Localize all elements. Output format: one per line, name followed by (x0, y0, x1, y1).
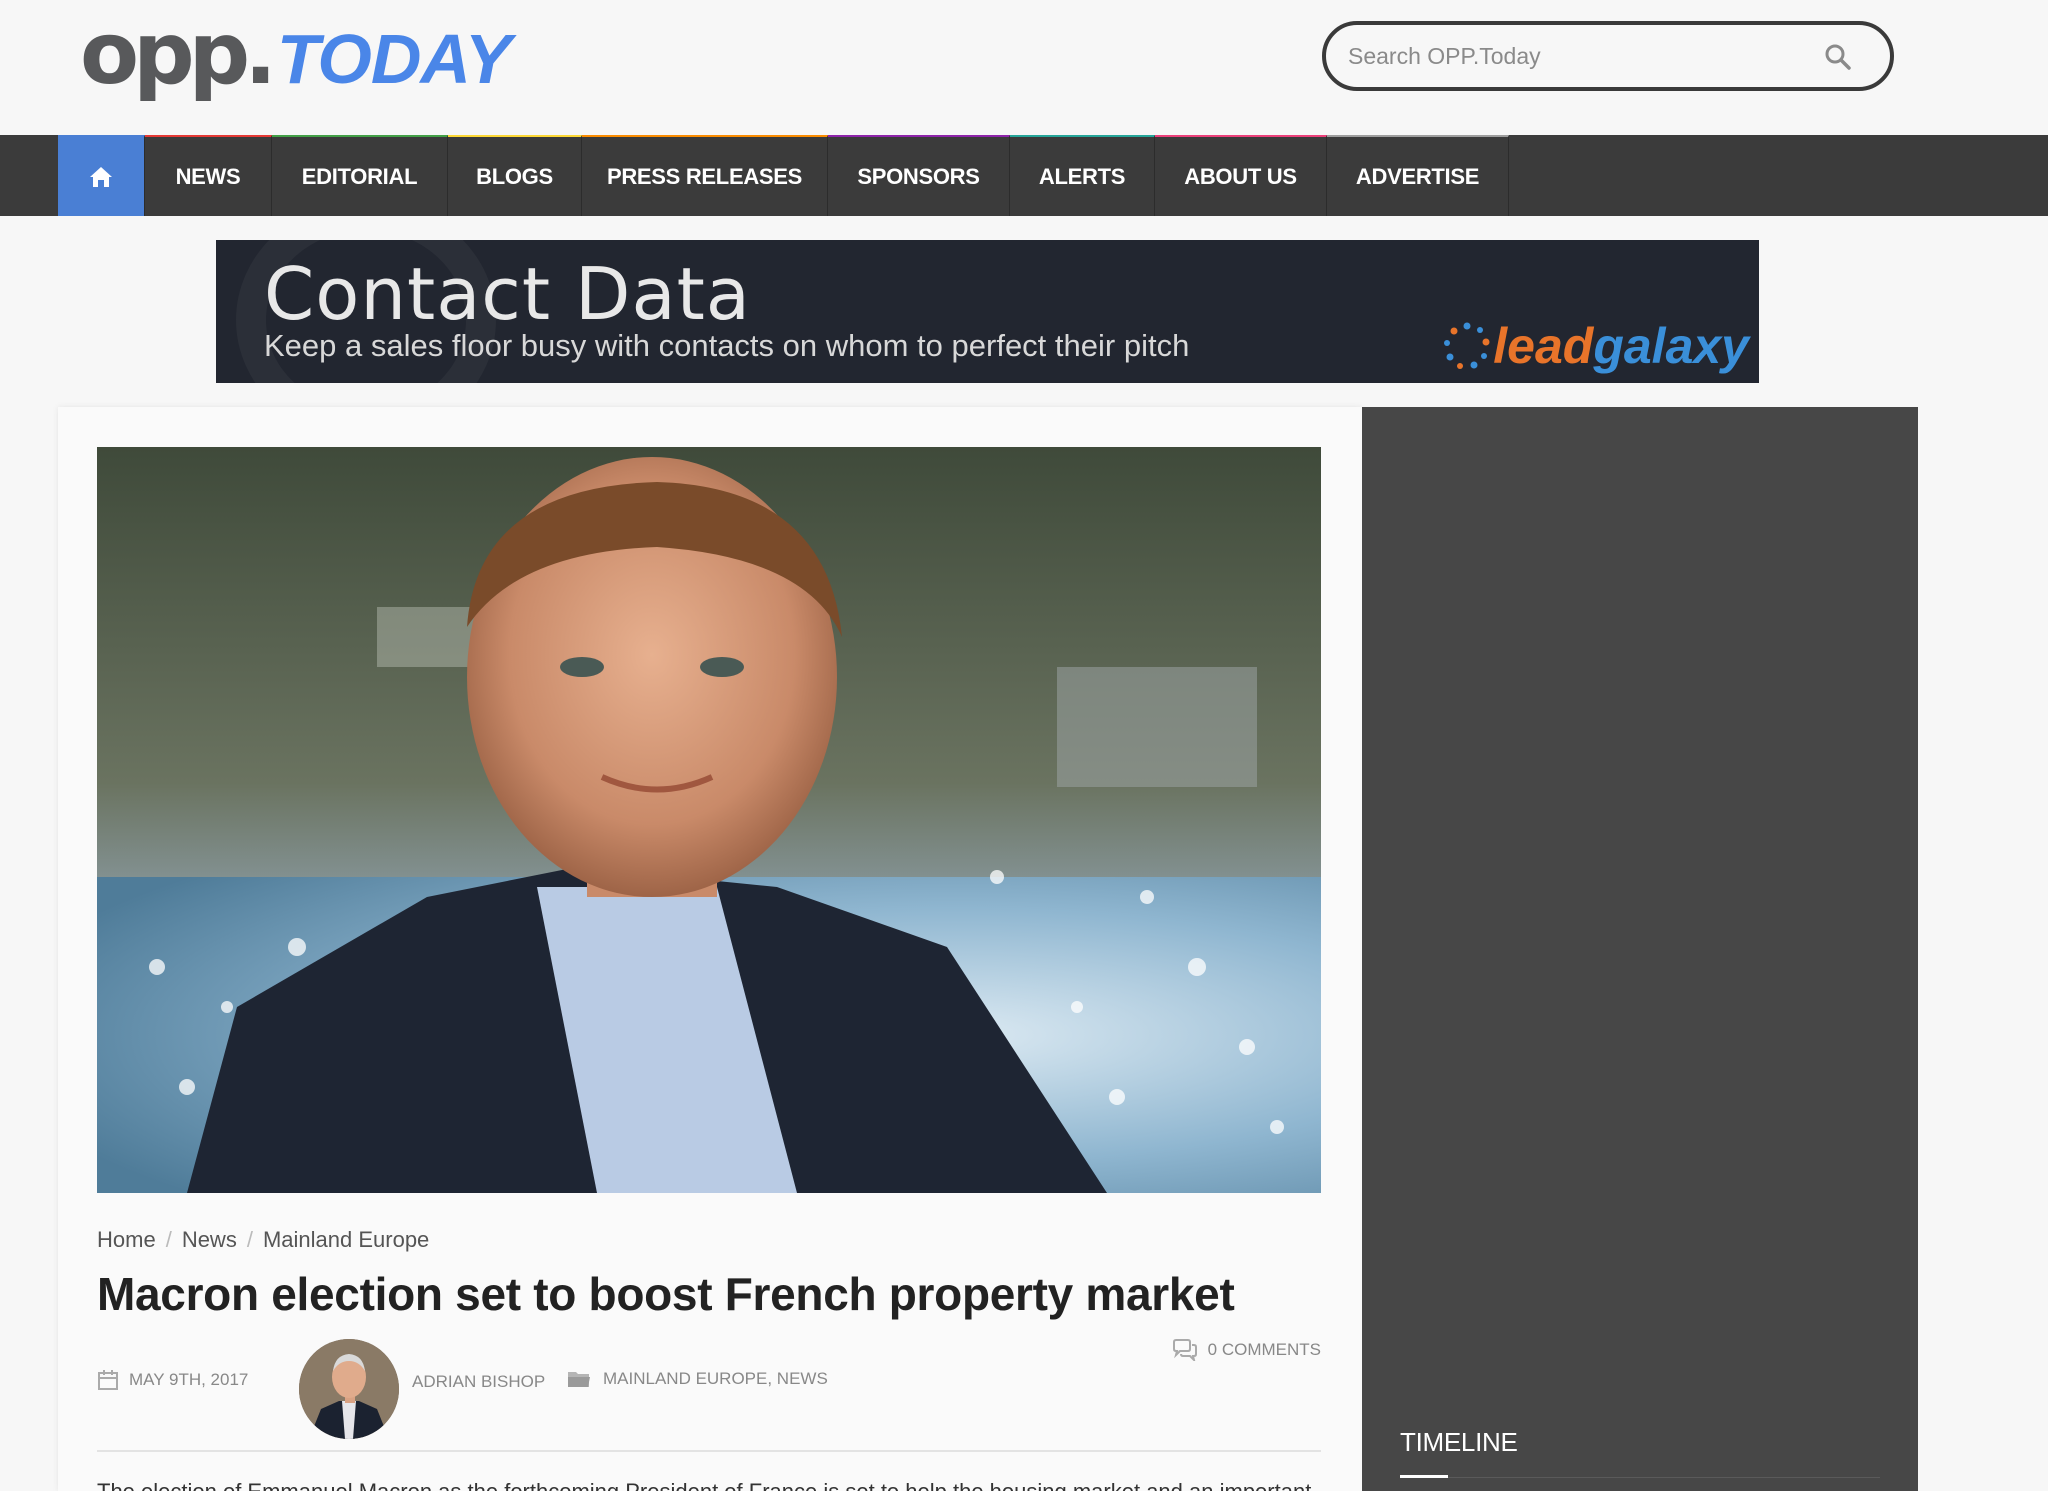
breadcrumb-home[interactable]: Home (97, 1227, 156, 1253)
home-icon (90, 166, 112, 187)
sidebar: TIMELINE (1362, 407, 1918, 1491)
nav-item-advertise[interactable]: ADVERTISE (1327, 135, 1509, 216)
search-input[interactable] (1348, 37, 1808, 75)
logo-lead-text: lead (1493, 318, 1594, 374)
galaxy-dots-icon (1444, 322, 1490, 369)
folder-icon (568, 1372, 590, 1387)
leadgalaxy-logo: leadgalaxy (1441, 316, 1749, 376)
author-name[interactable]: ADRIAN BISHOP (412, 1372, 545, 1392)
comments-icon (1172, 1339, 1197, 1361)
sidebar-title-rule (1400, 1477, 1880, 1478)
nav-item-blogs[interactable]: BLOGS (448, 135, 582, 216)
nav-item-editorial[interactable]: EDITORIAL (272, 135, 448, 216)
leadgalaxy-wordmark: leadgalaxy (1493, 316, 1749, 376)
hero-image (97, 447, 1321, 1193)
meta-divider (97, 1450, 1321, 1452)
nav-item-sponsors[interactable]: SPONSORS (828, 135, 1010, 216)
site-header: opp.TODAY (0, 0, 2048, 135)
logo-main-text: opp (80, 4, 250, 104)
article-categories: MAINLAND EUROPE, NEWS (567, 1369, 828, 1389)
breadcrumb-separator: / (165, 1227, 172, 1252)
article-card: Home / News / Mainland Europe Macron ele… (58, 407, 1362, 1491)
breadcrumb-news[interactable]: News (182, 1227, 237, 1253)
main-nav: NEWS EDITORIAL BLOGS PRESS RELEASES SPON… (0, 135, 2048, 216)
sidebar-timeline-title: TIMELINE (1400, 1427, 1518, 1457)
article-categories-text[interactable]: MAINLAND EUROPE, NEWS (603, 1369, 828, 1389)
nav-item-about-us[interactable]: ABOUT US (1155, 135, 1327, 216)
banner-title: Contact Data (264, 252, 751, 336)
logo-dot: . (244, 4, 277, 104)
breadcrumb: Home / News / Mainland Europe (97, 1227, 429, 1253)
nav-home-button[interactable] (58, 135, 145, 216)
comments-count[interactable]: 0 COMMENTS (1172, 1339, 1321, 1361)
breadcrumb-mainland-europe[interactable]: Mainland Europe (263, 1227, 429, 1253)
search-box (1322, 21, 1894, 91)
article-title: Macron election set to boost French prop… (97, 1268, 1235, 1320)
article-meta: MAY 9TH, 2017 ADRIAN BISHOP MAINLAND EUR… (97, 1327, 1321, 1447)
banner-subtitle: Keep a sales floor busy with contacts on… (264, 328, 1190, 363)
ad-banner[interactable]: Contact Data Keep a sales floor busy wit… (216, 240, 1759, 383)
article-date: MAY 9TH, 2017 (97, 1369, 248, 1391)
article-date-text: MAY 9TH, 2017 (129, 1370, 249, 1389)
logo-accent-text: TODAY (276, 20, 512, 98)
site-logo[interactable]: opp.TODAY (80, 4, 512, 104)
author-avatar[interactable] (299, 1339, 399, 1439)
author-avatar-image (299, 1339, 399, 1439)
comments-count-text: 0 COMMENTS (1207, 1340, 1321, 1359)
nav-item-alerts[interactable]: ALERTS (1010, 135, 1155, 216)
breadcrumb-separator: / (246, 1227, 253, 1252)
nav-item-news[interactable]: NEWS (145, 135, 272, 216)
calendar-icon (98, 1370, 118, 1390)
search-icon[interactable] (1824, 43, 1852, 71)
logo-galaxy-text: galaxy (1593, 318, 1749, 374)
sidebar-title-underline (1400, 1475, 1448, 1478)
nav-item-press-releases[interactable]: PRESS RELEASES (582, 135, 828, 216)
article-body-first-line: The election of Emmanuel Macron as the f… (97, 1479, 1321, 1491)
